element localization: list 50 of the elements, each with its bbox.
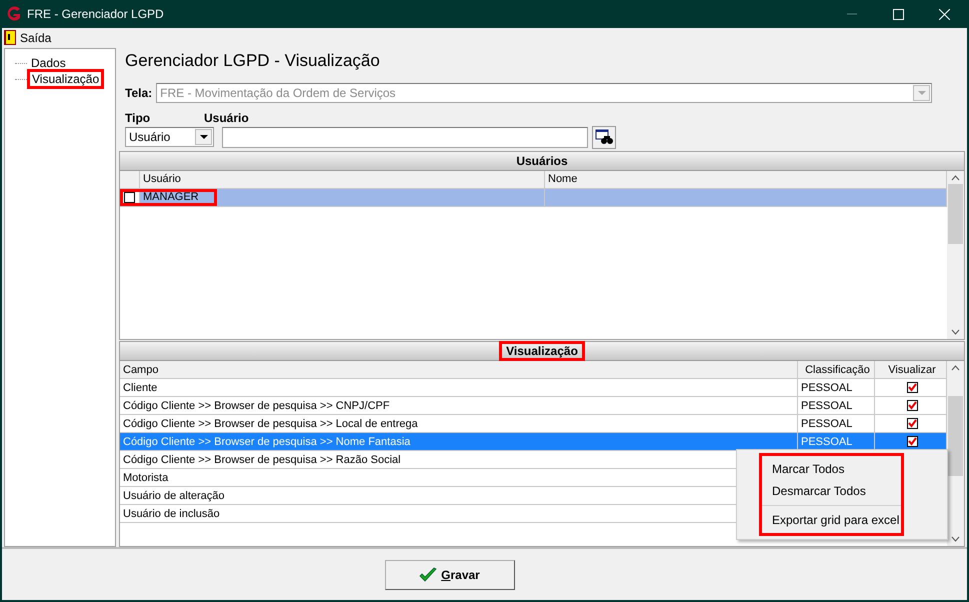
- table-row[interactable]: Código Cliente >> Browser de pesquisa >> CNPJ/CPF PESSOAL: [120, 397, 947, 416]
- column-header[interactable]: Nome: [545, 170, 947, 188]
- checkbox[interactable]: [906, 436, 918, 448]
- table-row[interactable]: Código Cliente >> Browser de pesquisa >> Local de entrega PESSOAL: [120, 415, 947, 434]
- user-input-field[interactable]: [222, 126, 588, 148]
- app-logo-icon: [6, 6, 22, 22]
- menu-item[interactable]: Saída: [4, 30, 56, 45]
- close-icon: [938, 8, 950, 20]
- page-heading: Gerenciador LGPD - Visualização: [124, 50, 381, 72]
- scroll-down-icon: [951, 536, 960, 542]
- table-row[interactable]: MANAGER: [120, 188, 947, 207]
- table-cell: Cliente: [120, 379, 798, 396]
- maximize-icon: [892, 8, 904, 20]
- table-cell: PESSOAL: [801, 436, 852, 448]
- binoculars-button[interactable]: [592, 126, 616, 149]
- panel-title: Visualização: [499, 341, 585, 362]
- field-label: Usuário: [204, 110, 249, 125]
- panel-title: Usuários: [515, 152, 569, 169]
- binoculars-icon: [595, 129, 613, 146]
- window-title: FRE - Gerenciador LGPD: [27, 7, 165, 21]
- checkbox[interactable]: [906, 382, 918, 394]
- column-header[interactable]: Usuário: [140, 170, 545, 188]
- table-cell: Código Cliente >> Browser de pesquisa >> Local de entrega: [120, 415, 798, 432]
- scrollbar[interactable]: [947, 361, 964, 546]
- table-cell: Código Cliente >> Browser de pesquisa >> CNPJ/CPF: [120, 397, 798, 414]
- type-dropdown[interactable]: Usuário: [125, 127, 214, 148]
- scrollbar[interactable]: [947, 170, 964, 340]
- checkbox[interactable]: [906, 418, 918, 430]
- table-cell: PESSOAL: [801, 418, 852, 430]
- table-row[interactable]: Código Cliente >> Browser de pesquisa >> Nome Fantasia PESSOAL: [120, 433, 947, 452]
- scroll-down-icon: [951, 329, 960, 336]
- column-header[interactable]: Visualizar: [875, 361, 947, 378]
- save-button[interactable]: Gravar: [384, 560, 514, 590]
- door-icon: [4, 30, 16, 45]
- minimize-icon: [847, 13, 857, 15]
- column-header[interactable]: Classificação: [798, 361, 875, 378]
- table-cell: PESSOAL: [801, 400, 852, 412]
- scroll-up-icon: [951, 174, 960, 181]
- table-cell: MANAGER: [140, 188, 217, 206]
- tree-item[interactable]: Dados: [27, 55, 70, 71]
- checkbox[interactable]: [906, 400, 918, 412]
- table-row[interactable]: Cliente PESSOAL: [120, 379, 947, 398]
- checkmark-icon: [419, 566, 438, 582]
- field-label: Tipo: [125, 110, 152, 125]
- checkbox[interactable]: [124, 192, 135, 203]
- scroll-up-icon: [951, 365, 960, 372]
- table-cell: PESSOAL: [801, 382, 852, 394]
- tree-item[interactable]: Visualização: [27, 69, 104, 89]
- column-header[interactable]: Campo: [120, 361, 798, 378]
- field-label: Tela:: [125, 86, 152, 100]
